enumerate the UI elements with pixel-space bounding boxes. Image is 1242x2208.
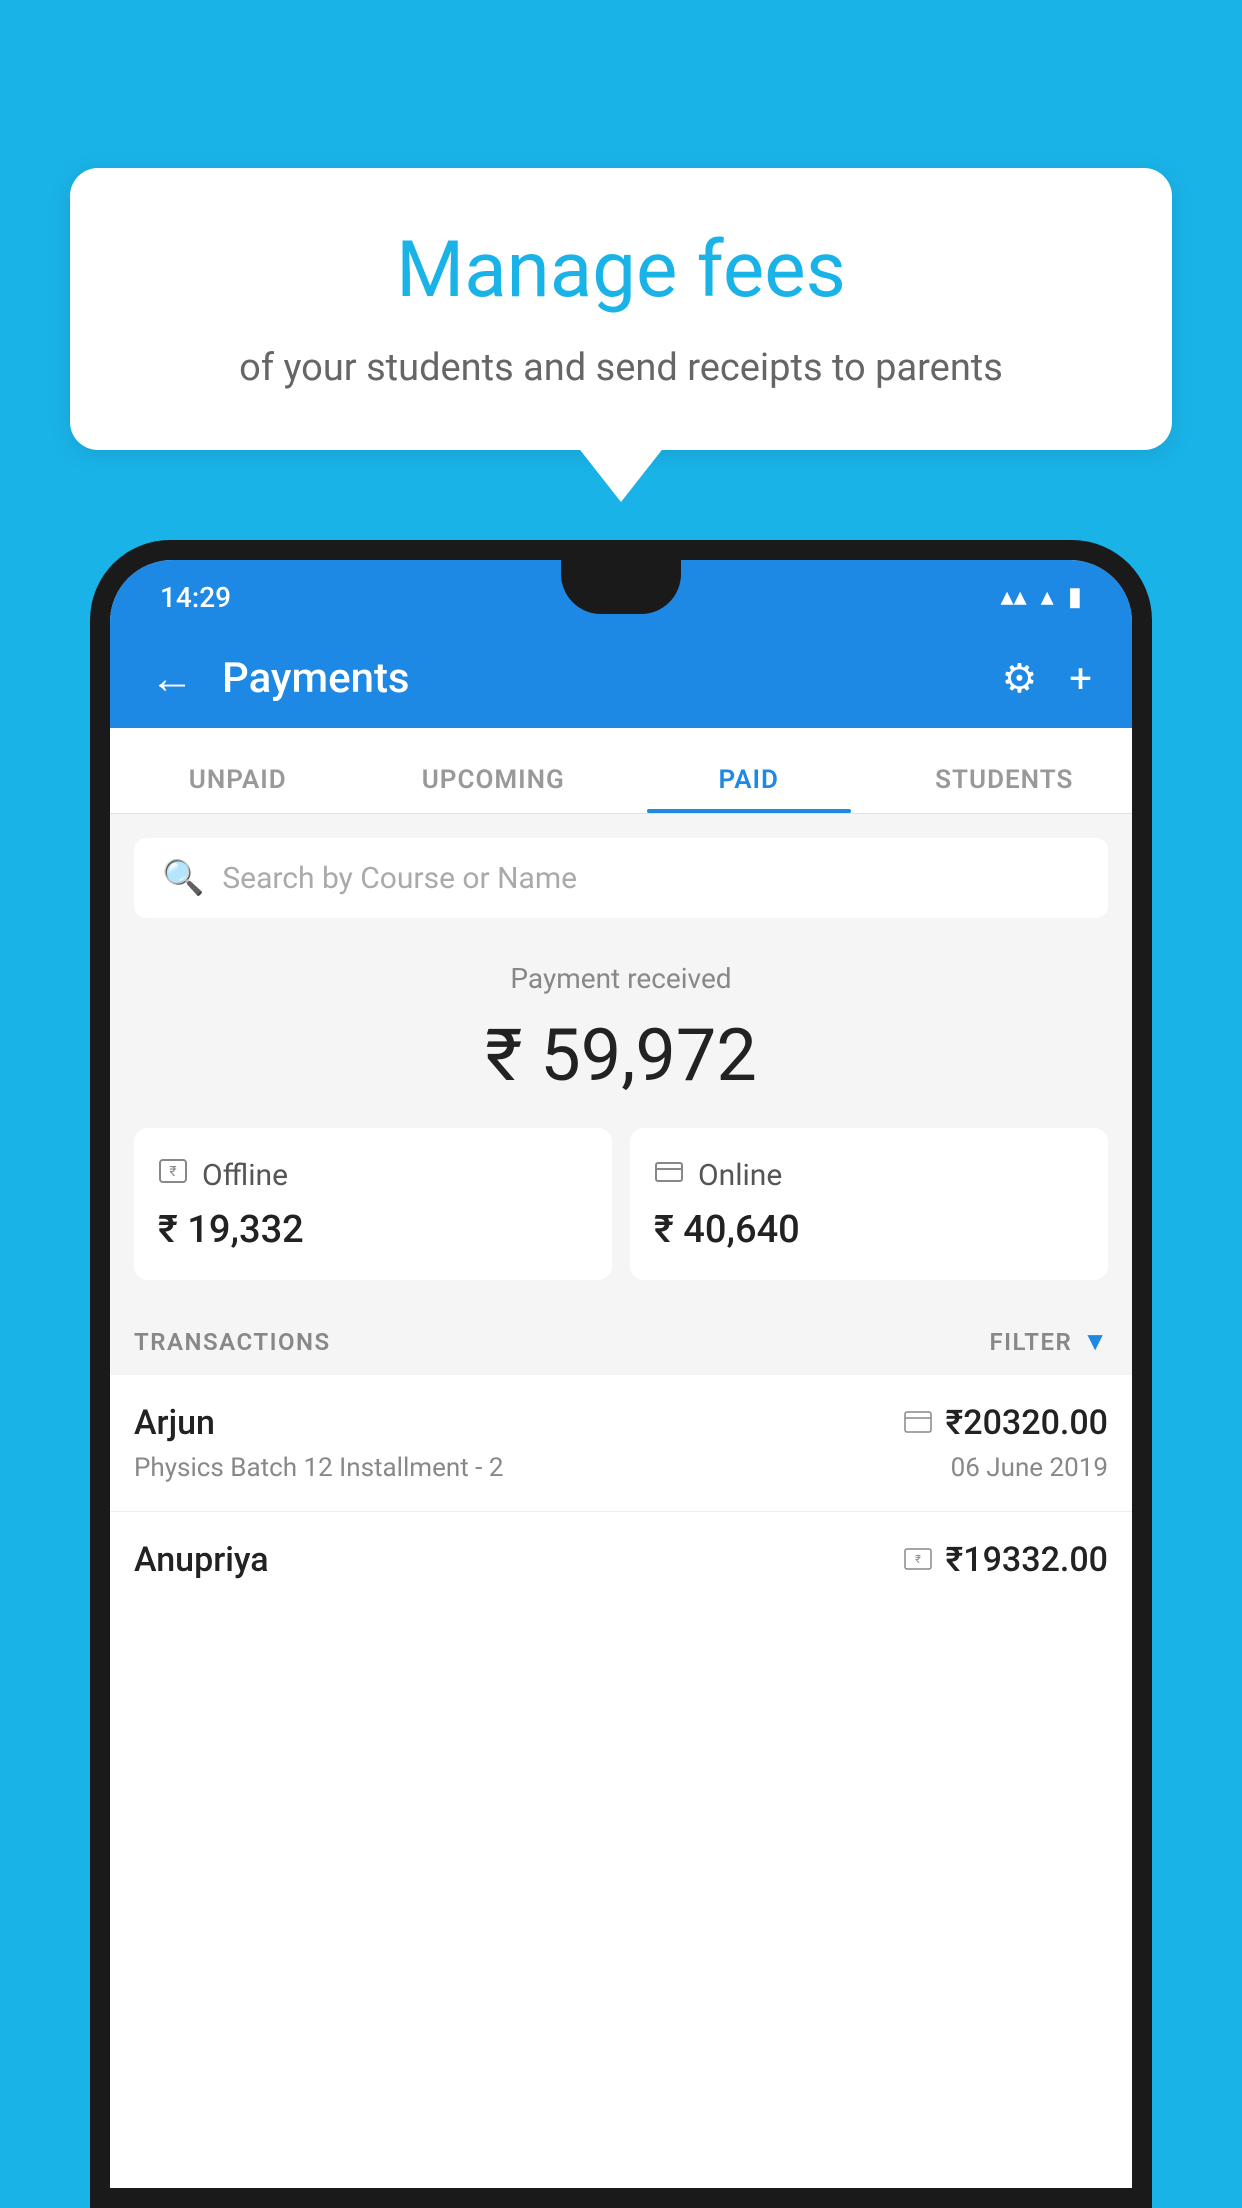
transactions-label: TRANSACTIONS [134,1328,331,1356]
offline-card: ₹ Offline ₹ 19,332 [134,1128,612,1280]
table-row[interactable]: Anupriya ₹ ₹19332.00 [110,1512,1132,1580]
back-button[interactable]: ← [150,652,194,704]
phone-frame: 14:29 ▴▴ ▴ ▮ ← Payments ⚙ + UNPAID UPCOM… [90,540,1152,2208]
offline-payment-icon: ₹ [904,1544,932,1577]
page-title: Payments [222,654,1001,703]
phone-screen: 14:29 ▴▴ ▴ ▮ ← Payments ⚙ + UNPAID UPCOM… [110,560,1132,2188]
status-bar: 14:29 ▴▴ ▴ ▮ [110,560,1132,628]
svg-text:₹: ₹ [915,1553,921,1566]
signal-icon: ▴ [1041,582,1054,612]
add-icon[interactable]: + [1069,655,1092,702]
filter-button[interactable]: FILTER ▼ [989,1326,1108,1357]
online-card: Online ₹ 40,640 [630,1128,1108,1280]
battery-icon: ▮ [1068,582,1082,612]
transaction-date: 06 June 2019 [951,1453,1108,1483]
search-bar[interactable]: 🔍 Search by Course or Name [134,838,1108,918]
offline-card-header: ₹ Offline [158,1156,588,1194]
transaction-amount-wrap: ₹ ₹19332.00 [904,1540,1108,1580]
header-bar: ← Payments ⚙ + [110,628,1132,728]
transactions-header: TRANSACTIONS FILTER ▼ [110,1308,1132,1375]
tab-students[interactable]: STUDENTS [877,765,1133,813]
search-placeholder: Search by Course or Name [222,861,577,896]
online-icon [654,1156,684,1194]
status-time: 14:29 [160,581,231,614]
transaction-amount-wrap: ₹20320.00 [904,1403,1108,1443]
transaction-amount: ₹19332.00 [946,1540,1108,1580]
tab-paid[interactable]: PAID [621,765,877,813]
header-actions: ⚙ + [1001,655,1092,702]
transaction-amount: ₹20320.00 [946,1403,1108,1443]
payment-received-section: Payment received ₹ 59,972 [110,918,1132,1128]
transaction-list: Arjun ₹20320.00 Physics [110,1375,1132,1580]
offline-label: Offline [202,1158,288,1193]
transaction-course: Physics Batch 12 Installment - 2 [134,1453,503,1483]
payment-cards: ₹ Offline ₹ 19,332 [110,1128,1132,1308]
filter-icon: ▼ [1082,1326,1108,1357]
offline-icon: ₹ [158,1156,188,1194]
transaction-name: Anupriya [134,1540,269,1580]
search-icon: 🔍 [162,858,204,898]
filter-label: FILTER [989,1328,1072,1356]
online-amount: ₹ 40,640 [654,1208,1084,1252]
notch [561,560,681,614]
tab-upcoming[interactable]: UPCOMING [366,765,622,813]
payment-received-label: Payment received [134,962,1108,995]
online-payment-icon [904,1407,932,1440]
bubble-title: Manage fees [150,228,1092,314]
tab-unpaid[interactable]: UNPAID [110,765,366,813]
transaction-name: Arjun [134,1403,215,1443]
wifi-icon: ▴▴ [1001,582,1027,612]
payment-received-amount: ₹ 59,972 [134,1013,1108,1098]
online-label: Online [698,1158,782,1193]
tabs: UNPAID UPCOMING PAID STUDENTS [110,728,1132,814]
table-row[interactable]: Arjun ₹20320.00 Physics [110,1375,1132,1512]
svg-text:₹: ₹ [169,1164,176,1180]
content-area: 🔍 Search by Course or Name Payment recei… [110,814,1132,1580]
online-card-header: Online [654,1156,1084,1194]
settings-icon[interactable]: ⚙ [1001,655,1037,702]
offline-amount: ₹ 19,332 [158,1208,588,1252]
bubble-subtitle: of your students and send receipts to pa… [150,342,1092,395]
status-icons: ▴▴ ▴ ▮ [1001,582,1082,612]
speech-bubble: Manage fees of your students and send re… [70,168,1172,450]
